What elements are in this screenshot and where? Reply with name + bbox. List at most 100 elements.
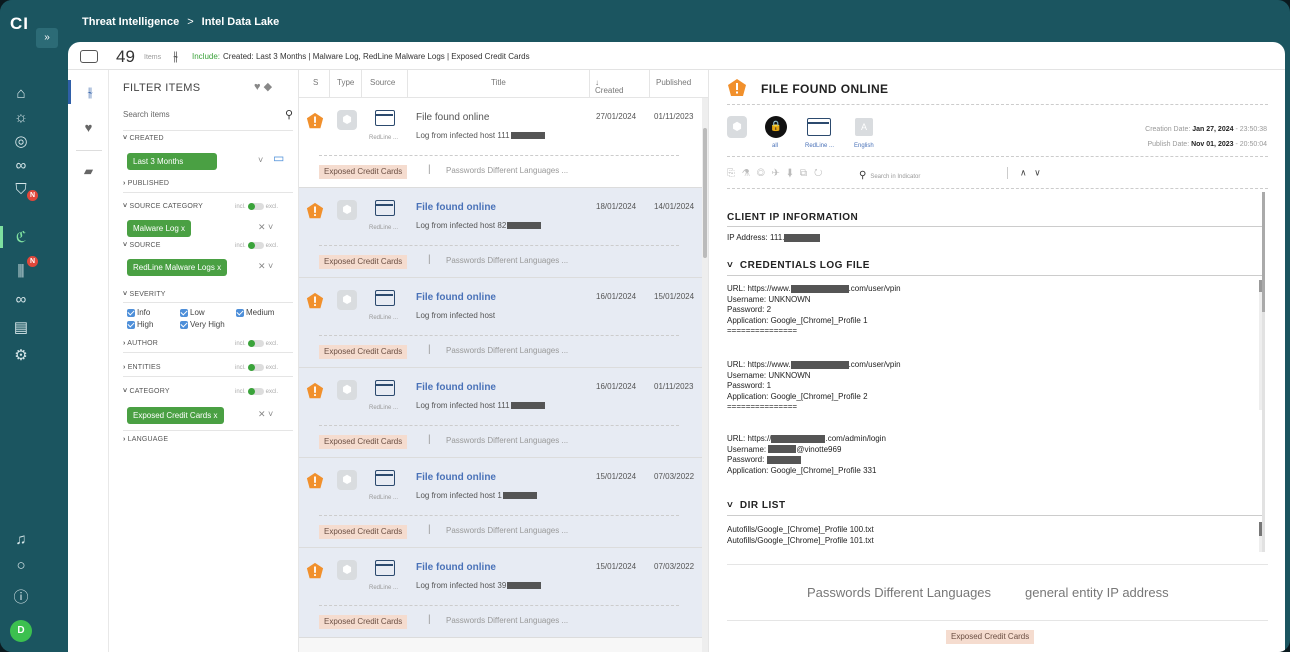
severity-high-checkbox[interactable]: High [127,320,153,329]
severity-very-high-checkbox[interactable]: Very High [180,320,225,329]
warning-icon [306,472,324,489]
prev-next-buttons[interactable]: ∧ ∨ [1007,167,1041,179]
row-created: 16/01/2024 [596,382,637,391]
severity-info-checkbox[interactable]: Info [127,308,150,317]
graph-icon[interactable]: ∞ [11,290,31,310]
inbox-icon[interactable] [80,50,98,63]
row-title[interactable]: File found online [416,202,496,213]
secondary-tag[interactable]: Passwords Different Languages ... [446,256,568,265]
section-published[interactable]: › PUBLISHED [123,180,169,187]
section-created[interactable]: ˅ CREATED [123,135,164,142]
favorites-heart-icon[interactable]: ♥ [68,120,109,135]
col-published[interactable]: Published [656,78,691,87]
app-logo[interactable]: CI [10,14,29,34]
section-language[interactable]: › LANGUAGE [123,436,168,443]
row-title[interactable]: File found online [416,382,496,393]
heart-eraser-icons[interactable]: ♥ ◆ [254,80,272,93]
source-chip[interactable]: RedLine Malware Logs x [127,259,228,276]
include-exclude-toggle[interactable]: incl. excl. [235,340,278,347]
filter-tab-icon[interactable]: ⫳ [68,80,109,104]
category-tag[interactable]: Exposed Credit Cards [319,525,408,539]
col-created[interactable]: Created ↓ [595,78,623,95]
credential-entry-1: URL: https://www. .com/user/vpin Username… [727,284,901,335]
calendar-icon[interactable]: ▭ [273,151,284,165]
folder-icon[interactable]: ▰ [68,164,109,178]
clear-chevron-icons[interactable]: ✕ ˅ [258,261,273,272]
source-category-chip[interactable]: Malware Log x [127,220,192,237]
row-title[interactable]: File found online [416,472,496,483]
bell-icon[interactable]: ♫ [11,530,31,550]
settings-gear-icon[interactable]: ⚙ [11,346,31,366]
section-category[interactable]: ˅ CATEGORY [123,388,170,395]
row-title[interactable]: File found online [416,112,489,123]
section-entities[interactable]: › ENTITIES [123,364,161,371]
include-exclude-toggle[interactable]: incl. excl. [235,203,278,210]
category-tag[interactable]: Exposed Credit Cards [319,615,408,629]
category-tag[interactable]: Exposed Credit Cards [319,345,408,359]
list-item[interactable]: ⬢ RedLine ... File found online Log from… [299,98,702,188]
secondary-tag[interactable]: Passwords Different Languages ... [446,526,568,535]
severity-medium-checkbox[interactable]: Medium [236,308,274,317]
section-source[interactable]: ˅ SOURCE [123,242,161,249]
credentials-title[interactable]: ˅ CREDENTIALS LOG FILE [727,260,870,271]
filter-panel: FILTER ITEMS ♥ ◆ Search items ⚲ ˅ CREATED… [118,70,298,652]
category-chip[interactable]: Exposed Credit Cards x [127,407,224,424]
secondary-tag[interactable]: Passwords Different Languages ... [446,346,568,355]
row-title[interactable]: File found online [416,292,496,303]
report-icon[interactable]: ▤ [11,318,31,338]
severity-low-checkbox[interactable]: Low [180,308,205,317]
row-created: 16/01/2024 [596,292,637,301]
include-exclude-toggle[interactable]: incl. excl. [235,364,278,371]
detail-scrollbar[interactable] [1262,192,1265,552]
home-icon[interactable]: ⌂ [11,84,31,104]
chevron-down-icon[interactable]: ˅ [258,155,263,165]
alert-lamp-icon[interactable]: ☼ [11,108,31,128]
active-nav-indicator [0,226,3,248]
indicator-search-input[interactable]: ⚲ Search in Indicator [859,170,920,181]
row-title[interactable]: File found online [416,562,496,573]
category-tag[interactable]: Exposed Credit Cards [319,435,408,449]
secondary-tag[interactable]: Passwords Different Languages ... [446,436,568,445]
detail-toolbar-icons[interactable]: ⎘⚗◎✈⬇⧉↻ [727,168,829,179]
row-published: 07/03/2022 [654,472,695,481]
badge-source[interactable]: RedLine ... [805,143,834,149]
include-exclude-toggle[interactable]: incl. excl. [235,388,278,395]
category-tag[interactable]: Exposed Credit Cards [319,255,408,269]
user-avatar[interactable]: D [10,620,32,642]
breadcrumb-root[interactable]: Threat Intelligence [82,16,179,28]
list-item[interactable]: ⬢ RedLine ... File found online Log from… [299,188,702,278]
filter-search-input[interactable]: Search items ⚲ [123,108,293,124]
col-type[interactable]: Type [337,78,354,87]
search-icon[interactable]: ○ [11,556,31,576]
section-severity[interactable]: ˅ SEVERITY [123,291,166,298]
list-item[interactable]: ⬢ RedLine ... File found online Log from… [299,368,702,458]
list-item[interactable]: ⬢ RedLine ... File found online Log from… [299,458,702,548]
intel-fingerprint-icon[interactable]: ℭ [11,228,31,248]
entity-link[interactable]: Passwords Different Languages [807,585,991,600]
col-severity[interactable]: S [313,78,318,87]
list-item[interactable]: ⬢ RedLine ... File found online Log from… [299,548,702,638]
created-select[interactable]: Last 3 Months [127,153,217,170]
search-icon[interactable]: ⚲ [285,108,293,121]
section-source-category[interactable]: ˅ SOURCE CATEGORY [123,203,203,210]
clear-chevron-icons[interactable]: ✕ ˅ [258,409,273,420]
section-author[interactable]: › AUTHOR [123,340,158,347]
link-icon[interactable]: ∞ [11,156,31,176]
clear-chevron-icons[interactable]: ✕ ˅ [258,222,273,233]
row-subtitle: Log from infected host 82 [416,221,542,230]
entity-link[interactable]: general entity IP address [1025,585,1169,600]
secondary-tag[interactable]: Passwords Different Languages ... [446,616,568,625]
type-placeholder-icon: ⬢ [337,470,357,490]
category-tag[interactable]: Exposed Credit Cards [946,630,1035,644]
col-title[interactable]: Title [491,78,506,87]
target-icon[interactable]: ◎ [11,132,31,152]
include-exclude-toggle[interactable]: incl. excl. [235,242,278,249]
dir-list-title[interactable]: ˅ DIR LIST [727,500,786,511]
col-source[interactable]: Source [370,78,395,87]
info-icon[interactable]: ⓘ [11,588,31,608]
list-item[interactable]: ⬢ RedLine ... File found online Log from… [299,278,702,368]
category-tag[interactable]: Exposed Credit Cards [319,165,408,179]
secondary-tag[interactable]: Passwords Different Languages ... [446,166,568,175]
source-window-icon [375,380,395,396]
expand-sidebar-button[interactable]: » [36,28,58,48]
